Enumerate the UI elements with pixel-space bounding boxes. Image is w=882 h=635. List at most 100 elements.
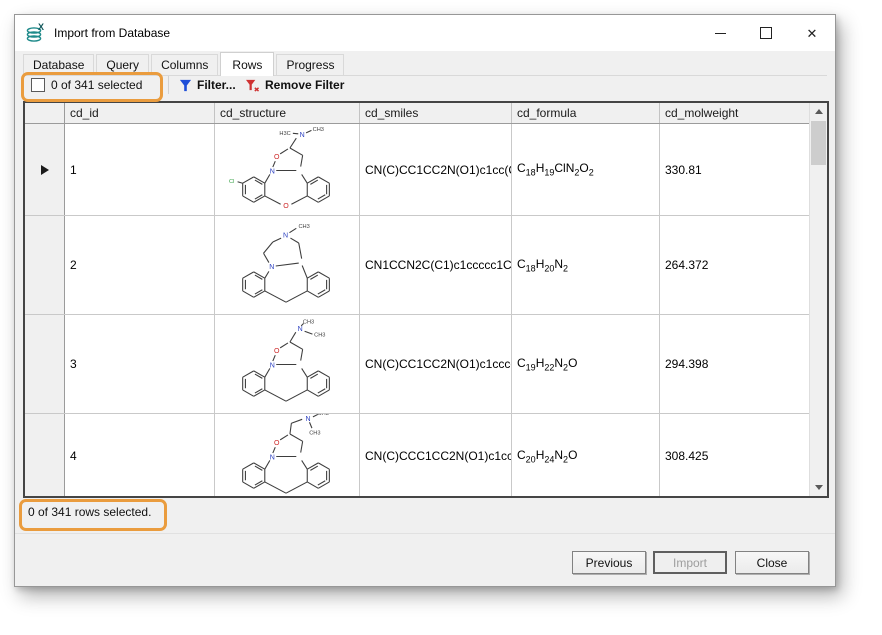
cell-cd_formula[interactable]: C18H20N2: [512, 216, 660, 314]
filter-icon: [179, 79, 192, 92]
status-divider: [15, 533, 835, 534]
app-icon: X: [26, 23, 46, 43]
tab-strip: Database Query Columns Rows Progress: [23, 53, 827, 76]
atom-label: N: [305, 416, 310, 423]
row-selector-cell[interactable]: [25, 216, 65, 314]
cell-cd_structure[interactable]: NONCH3CH3: [215, 414, 360, 496]
cell-cd_smiles[interactable]: CN(C)CC1CC2N(O1)c1cc(C...: [360, 124, 512, 215]
scrollbar-thumb[interactable]: [811, 121, 826, 165]
scrollbar-up-button[interactable]: [810, 103, 827, 120]
molecule-structure: NONCH3CH3: [219, 414, 355, 496]
title-bar[interactable]: X Import from Database ✕: [15, 15, 835, 51]
atom-label: N: [283, 233, 288, 240]
atom-label: CH3: [314, 333, 325, 339]
filter-button[interactable]: Filter...: [175, 76, 240, 94]
minimize-button[interactable]: [697, 15, 743, 51]
column-header-cd_id[interactable]: cd_id: [65, 103, 215, 123]
atom-label: N: [270, 362, 275, 369]
checkbox-icon[interactable]: [31, 78, 45, 92]
cell-cd_structure[interactable]: ONONCH3H3CCl: [215, 124, 360, 215]
table-row[interactable]: 2 N N CH3 CN1CCN2C(C1)c1ccccc1Cc... C18H20N2 2…: [25, 216, 810, 315]
molecular-formula: C20H24N2O: [517, 448, 577, 464]
atom-label: N: [300, 132, 305, 139]
remove-filter-icon: [245, 79, 260, 92]
atom-label: N: [269, 264, 274, 271]
previous-button[interactable]: Previous: [572, 551, 646, 574]
molecule-structure: NONCH3CH3: [219, 319, 355, 409]
atom-label: Cl: [229, 179, 234, 185]
close-icon: ✕: [807, 27, 818, 40]
table-row[interactable]: 3NONCH3CH3CN(C)CC1CC2N(O1)c1cccc...C19H2…: [25, 315, 810, 414]
atom-label: CH3: [309, 431, 320, 437]
row-selector-cell[interactable]: [25, 414, 65, 496]
remove-filter-label: Remove Filter: [265, 78, 344, 92]
molecular-formula: C18H20N2: [517, 257, 568, 273]
atom-label: CH3: [318, 414, 329, 417]
remove-filter-button[interactable]: Remove Filter: [241, 76, 348, 94]
select-rows-checkbox[interactable]: 0 of 341 selected: [31, 78, 142, 92]
cell-cd_formula[interactable]: C19H22N2O: [512, 315, 660, 413]
column-header-cd_formula[interactable]: cd_formula: [512, 103, 660, 123]
atom-label: O: [274, 153, 280, 160]
dialog-import-from-database: X Import from Database ✕ Database Query …: [14, 14, 836, 587]
scrollbar-down-button[interactable]: [810, 479, 827, 496]
close-dialog-button[interactable]: Close: [735, 551, 809, 574]
grid-rows-area[interactable]: cd_idcd_structurecd_smilescd_formulacd_m…: [25, 103, 810, 496]
cell-cd_molweight[interactable]: 308.425: [660, 414, 808, 496]
tab-columns[interactable]: Columns: [151, 54, 218, 75]
footer-button-bar: Previous Import Close: [15, 551, 823, 577]
cell-cd_smiles[interactable]: CN1CCN2C(C1)c1ccccc1Cc...: [360, 216, 512, 314]
cell-cd_id[interactable]: 2: [65, 216, 215, 314]
status-bar-text: 0 of 341 rows selected.: [28, 505, 151, 519]
cell-cd_id[interactable]: 1: [65, 124, 215, 215]
atom-label: CH3: [298, 224, 309, 230]
column-header-cd_molweight[interactable]: cd_molweight: [660, 103, 808, 123]
cell-cd_structure[interactable]: NONCH3CH3: [215, 315, 360, 413]
cell-cd_structure[interactable]: N N CH3: [215, 216, 360, 314]
import-button[interactable]: Import: [653, 551, 727, 574]
vertical-scrollbar[interactable]: [809, 103, 827, 496]
cell-cd_molweight[interactable]: 330.81: [660, 124, 808, 215]
maximize-button[interactable]: [743, 15, 789, 51]
cell-cd_smiles[interactable]: CN(C)CCC1CC2N(O1)c1cc...: [360, 414, 512, 496]
column-header-cd_structure[interactable]: cd_structure: [215, 103, 360, 123]
grid-header-row: cd_idcd_structurecd_smilescd_formulacd_m…: [25, 103, 810, 124]
app-icon-letter: X: [38, 23, 44, 32]
molecule-structure: ONONCH3H3CCl: [219, 125, 355, 215]
cell-cd_id[interactable]: 3: [65, 315, 215, 413]
row-selector-cell[interactable]: [25, 315, 65, 413]
tab-rows[interactable]: Rows: [220, 52, 274, 76]
column-header-cd_smiles[interactable]: cd_smiles: [360, 103, 512, 123]
table-row[interactable]: 1ONONCH3H3CClCN(C)CC1CC2N(O1)c1cc(C...C1…: [25, 124, 810, 216]
close-button[interactable]: ✕: [789, 15, 835, 51]
atom-label: N: [270, 454, 275, 461]
select-rows-label: 0 of 341 selected: [51, 78, 142, 92]
data-grid[interactable]: cd_idcd_structurecd_smilescd_formulacd_m…: [23, 101, 829, 498]
table-row[interactable]: 4NONCH3CH3CN(C)CCC1CC2N(O1)c1cc...C20H24…: [25, 414, 810, 496]
row-selector-header[interactable]: [25, 103, 65, 123]
chevron-down-icon: [815, 485, 823, 490]
cell-cd_formula[interactable]: C20H24N2O: [512, 414, 660, 496]
filter-label: Filter...: [197, 78, 236, 92]
molecular-formula: C18H19ClN2O2: [517, 161, 594, 177]
row-selector-cell[interactable]: [25, 124, 65, 215]
atom-label: CH3: [303, 319, 314, 325]
tab-query[interactable]: Query: [96, 54, 149, 75]
toolbar-separator: [168, 76, 169, 94]
atom-label: N: [270, 168, 275, 175]
cell-cd_id[interactable]: 4: [65, 414, 215, 496]
rows-toolbar: 0 of 341 selected Filter... Remove Filte…: [15, 75, 835, 101]
current-row-arrow: [41, 165, 49, 175]
cell-cd_formula[interactable]: C18H19ClN2O2: [512, 124, 660, 215]
atom-label: N: [298, 326, 303, 333]
window-title: Import from Database: [54, 26, 170, 40]
cell-cd_molweight[interactable]: 264.372: [660, 216, 808, 314]
cell-cd_molweight[interactable]: 294.398: [660, 315, 808, 413]
molecular-formula: C19H22N2O: [517, 356, 577, 372]
tab-database[interactable]: Database: [23, 54, 94, 75]
tab-progress[interactable]: Progress: [276, 54, 344, 75]
atom-label: O: [283, 203, 289, 210]
minimize-icon: [715, 33, 726, 34]
atom-label: H3C: [279, 130, 290, 136]
cell-cd_smiles[interactable]: CN(C)CC1CC2N(O1)c1cccc...: [360, 315, 512, 413]
